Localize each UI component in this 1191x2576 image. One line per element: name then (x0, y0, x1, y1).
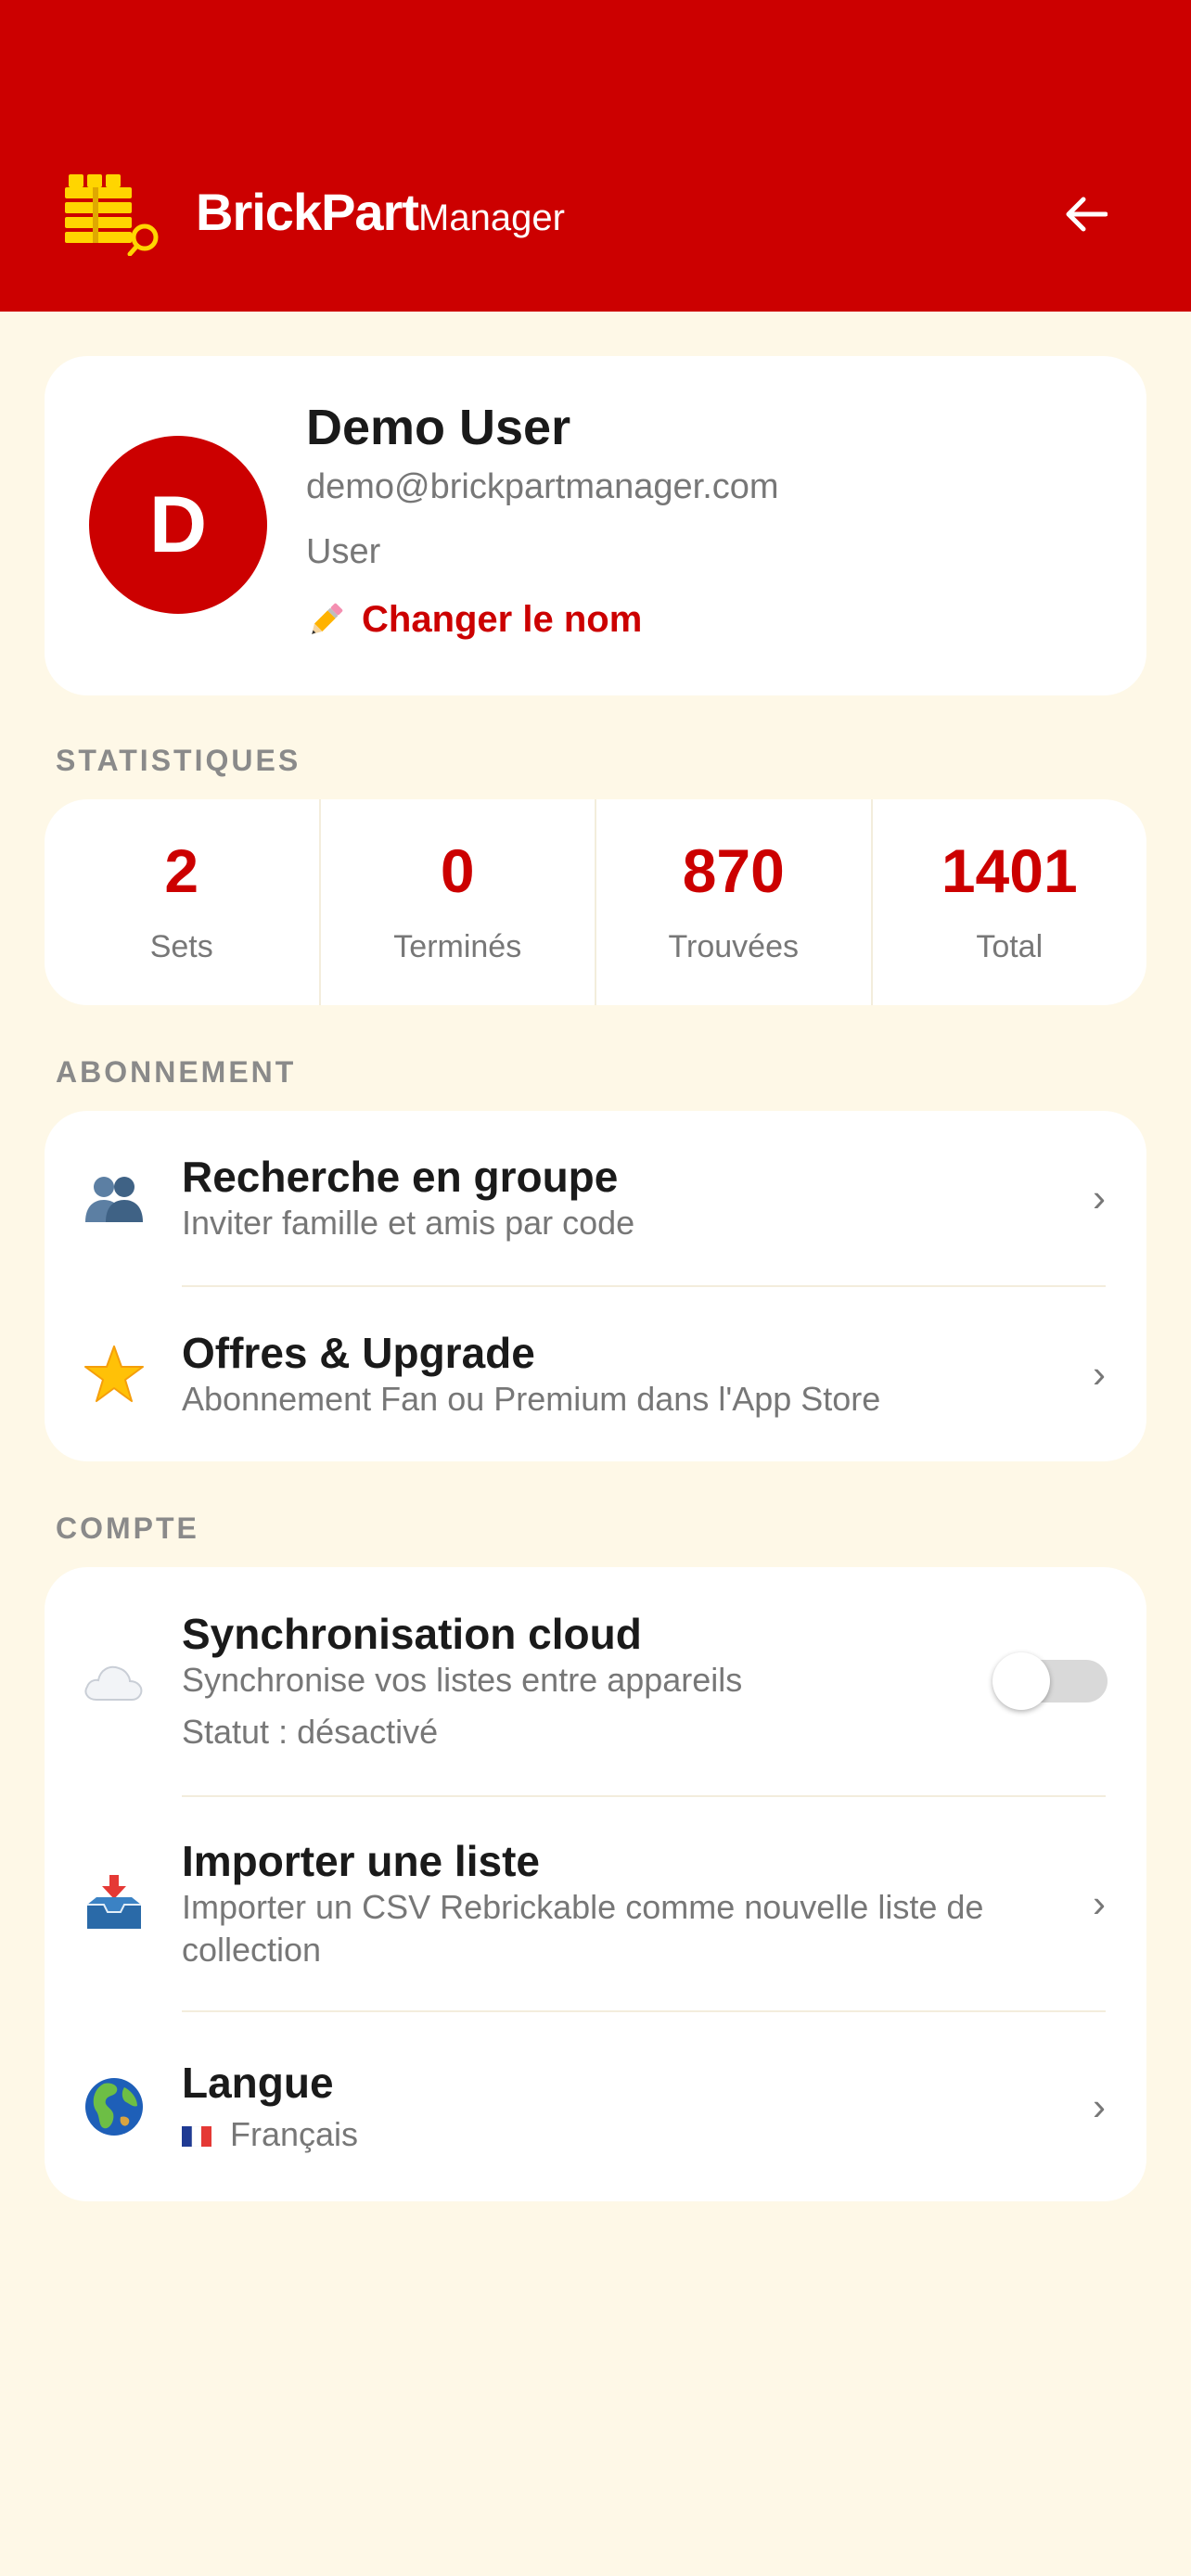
chevron-right-icon: › (1093, 1881, 1106, 1925)
profile-name: Demo User (306, 400, 571, 455)
stat-found: 870 Trouvées (595, 799, 871, 1005)
profile-role: User (306, 532, 381, 571)
rename-button[interactable]: Changer le nom (306, 599, 642, 641)
account-card: Synchronisation cloud Synchronise vos li… (45, 1567, 1146, 2201)
row-text: Offres & Upgrade Abonnement Fan ou Premi… (182, 1328, 1035, 1421)
group-search-row[interactable]: Recherche en groupe Inviter famille et a… (45, 1111, 1146, 1285)
offers-upgrade-row[interactable]: Offres & Upgrade Abonnement Fan ou Premi… (45, 1287, 1146, 1461)
toggle-knob (992, 1652, 1050, 1710)
section-label-account: COMPTE (56, 1511, 199, 1545)
profile-card: D Demo User demo@brickpartmanager.com Us… (45, 356, 1146, 695)
language-value: Français (182, 2113, 1035, 2156)
cloud-sync-row: Synchronisation cloud Synchronise vos li… (45, 1567, 1146, 1795)
pencil-icon (312, 603, 343, 634)
chevron-right-icon: › (1093, 2085, 1106, 2128)
language-row[interactable]: Langue Français › (45, 2012, 1146, 2201)
row-subtitle: Importer un CSV Rebrickable comme nouvel… (182, 1888, 984, 1969)
france-flag-icon (182, 2126, 211, 2148)
inbox-tray-icon (82, 1871, 147, 1936)
cloud-sync-toggle[interactable] (992, 1652, 1108, 1710)
avatar: D (89, 436, 267, 614)
stat-completed: 0 Terminés (318, 799, 596, 1005)
row-title: Offres & Upgrade (182, 1329, 535, 1377)
section-label-statistics: STATISTIQUES (56, 744, 301, 777)
section-label-subscription: ABONNEMENT (56, 1055, 297, 1089)
chevron-right-icon: › (1093, 1352, 1106, 1396)
app-header: BrickPartManager (0, 0, 1191, 312)
stat-sets: 2 Sets (45, 799, 319, 1005)
rename-label: Changer le nom (362, 599, 643, 640)
row-title: Recherche en groupe (182, 1153, 619, 1201)
stat-label: Sets (149, 928, 213, 964)
stat-label: Trouvées (668, 928, 799, 964)
stat-label: Total (976, 928, 1044, 964)
back-button[interactable] (1054, 182, 1119, 247)
stats-card: 2 Sets 0 Terminés 870 Trouvées 1401 Tota… (45, 799, 1146, 1005)
row-text: Langue Français (182, 2058, 1035, 2156)
row-text: Synchronisation cloud Synchronise vos li… (182, 1609, 961, 1753)
brand-title: BrickPartManager (196, 182, 565, 242)
row-text: Importer une liste Importer un CSV Rebri… (182, 1836, 1035, 1971)
row-subtitle: Synchronise vos listes entre appareils (182, 1661, 743, 1699)
row-title: Importer une liste (182, 1837, 540, 1885)
import-list-row[interactable]: Importer une liste Importer un CSV Rebri… (45, 1797, 1146, 2010)
globe-icon (82, 2074, 147, 2139)
stat-label: Terminés (393, 928, 522, 964)
brand-light: Manager (418, 198, 565, 238)
stat-value: 870 (682, 835, 785, 905)
profile-email: demo@brickpartmanager.com (306, 467, 779, 506)
chevron-right-icon: › (1093, 1176, 1106, 1219)
stat-total: 1401 Total (870, 799, 1147, 1005)
star-icon (82, 1342, 147, 1407)
row-text: Recherche en groupe Inviter famille et a… (182, 1152, 1035, 1244)
stat-value: 0 (440, 835, 475, 905)
row-subtitle: Abonnement Fan ou Premium dans l'App Sto… (182, 1380, 881, 1418)
subscription-card: Recherche en groupe Inviter famille et a… (45, 1111, 1146, 1461)
arrow-left-icon (1066, 197, 1108, 232)
row-title: Langue (182, 2059, 334, 2107)
stat-value: 2 (164, 835, 199, 905)
logo-brick-search-icon (65, 174, 159, 256)
sync-status: Statut : désactivé (182, 1713, 439, 1751)
row-title: Synchronisation cloud (182, 1610, 642, 1658)
brand-bold: BrickPart (196, 183, 419, 241)
group-icon (82, 1166, 147, 1231)
language-label: Français (230, 2115, 359, 2153)
row-subtitle: Inviter famille et amis par code (182, 1204, 635, 1242)
stat-value: 1401 (941, 835, 1078, 905)
cloud-icon (82, 1649, 147, 1714)
